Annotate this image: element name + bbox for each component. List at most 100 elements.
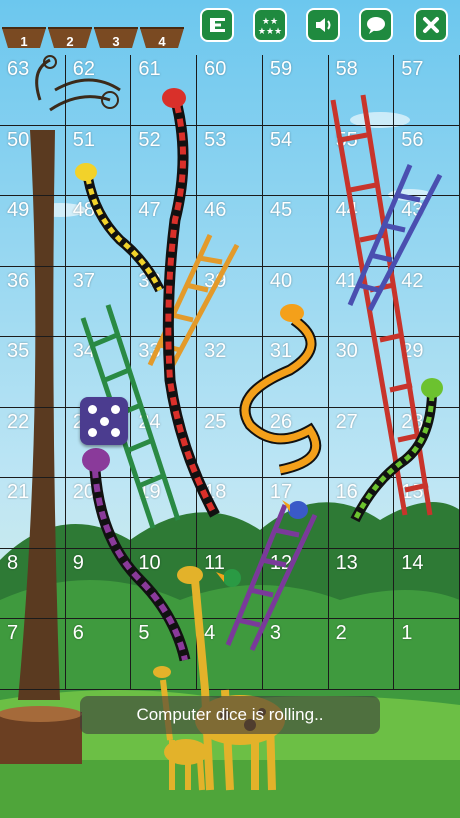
chat-button[interactable] [359, 8, 393, 42]
board-cell: 32 [197, 337, 263, 408]
player-number: 3 [112, 34, 120, 49]
top-bar: 1 2 3 4 ★★ ★★★ [0, 0, 460, 55]
dice-button[interactable] [80, 397, 128, 445]
cell-number: 56 [401, 128, 424, 151]
board-cell: 31 [262, 337, 329, 408]
cell-number: 51 [72, 128, 95, 151]
board-cell: 50 [0, 125, 66, 197]
player-slot-2: 2 [48, 24, 92, 50]
cell-number: 25 [204, 410, 227, 433]
svg-text:★★★: ★★★ [258, 27, 282, 37]
cell-number: 41 [335, 269, 358, 292]
cell-number: 37 [72, 269, 95, 292]
cell-number: 53 [204, 128, 227, 151]
cell-number: 14 [401, 551, 424, 574]
cell-number: 2 [335, 622, 347, 645]
board-cell: 17 [262, 478, 329, 549]
cell-number: 34 [72, 340, 95, 363]
cell-number: 22 [7, 410, 30, 433]
board-cell: 13 [328, 548, 395, 620]
board-cell: 38 [131, 266, 198, 338]
cell-number: 27 [335, 410, 358, 433]
cell-number: 40 [269, 269, 293, 292]
board-cell: 10 [131, 548, 198, 620]
board-cell: 27 [328, 407, 395, 479]
board-cell: 16 [328, 478, 395, 549]
board-cell: 47 [131, 196, 198, 267]
board-cell: 24 [131, 407, 198, 479]
cell-number: 52 [138, 128, 161, 151]
board-cell: 26 [262, 407, 329, 479]
cell-number: 13 [335, 551, 358, 574]
cell-number: 6 [72, 622, 84, 645]
cell-number: 45 [269, 199, 293, 222]
cell-number: 17 [269, 481, 293, 504]
player-number: 1 [20, 34, 28, 49]
board-cell: 45 [262, 196, 329, 267]
cell-number: 28 [401, 410, 424, 433]
cell-number: 36 [7, 269, 30, 292]
game-board: 63 62 61 60 59 58 57 50 51 52 53 54 55 56 49 48 47 46 45 44… [0, 55, 460, 690]
board-cell: 55 [328, 125, 395, 197]
menu-button[interactable] [200, 8, 234, 42]
cell-number: 3 [269, 622, 281, 645]
stars-rating-icon: ★★ ★★★ [258, 17, 282, 37]
board-cell: 46 [197, 196, 263, 267]
cell-number: 57 [401, 58, 424, 80]
cell-number: 39 [204, 269, 227, 292]
player-number: 2 [66, 34, 74, 49]
cell-number: 60 [204, 58, 227, 80]
cell-number: 20 [72, 481, 95, 504]
cell-number: 4 [204, 622, 216, 645]
cell-number: 16 [335, 481, 358, 504]
board-cell: 8 [0, 548, 66, 620]
cell-number: 50 [7, 128, 30, 151]
board-cell: 56 [394, 125, 460, 197]
board-cell: 61 [131, 55, 198, 126]
cell-number: 55 [335, 128, 358, 151]
sound-button[interactable] [306, 8, 340, 42]
board-cell: 30 [328, 337, 395, 408]
cell-number: 15 [401, 481, 424, 504]
cell-number: 19 [138, 481, 161, 504]
close-icon [423, 17, 439, 33]
board-cell: 43 [394, 196, 460, 267]
board-cell: 59 [262, 55, 329, 126]
cell-number: 30 [335, 340, 358, 363]
board-cell: 40 [262, 266, 329, 338]
board-cell: 60 [197, 55, 263, 126]
board-cell: 42 [394, 266, 460, 338]
board-cell: 22 [0, 407, 66, 479]
board-cell: 21 [0, 478, 66, 549]
cell-number: 47 [138, 199, 161, 222]
sound-icon [316, 18, 331, 32]
cell-number: 21 [7, 481, 30, 504]
cell-number: 58 [335, 58, 358, 80]
cell-number: 61 [138, 58, 161, 80]
cell-number: 46 [204, 199, 227, 222]
menu-icon [210, 18, 225, 32]
cell-number: 18 [204, 481, 227, 504]
board-cell: 52 [131, 125, 198, 197]
player-slot-1: 1 [2, 24, 46, 50]
board-cell: 18 [197, 478, 263, 549]
cell-number: 49 [7, 199, 30, 222]
cell-number: 44 [335, 199, 358, 222]
player-slot-3: 3 [94, 24, 138, 50]
board-cell: 48 [65, 196, 132, 267]
board-cell: 9 [65, 548, 132, 620]
board-cell: 15 [394, 478, 460, 549]
board-cell: 58 [328, 55, 395, 126]
board-cell: 33 [131, 337, 198, 408]
cell-number: 29 [401, 340, 424, 363]
player-slot-4: 4 [140, 24, 184, 50]
board-cell: 35 [0, 337, 66, 408]
cell-number: 1 [401, 622, 413, 645]
cell-number: 42 [401, 269, 424, 292]
close-button[interactable] [414, 8, 448, 42]
cell-number: 35 [7, 340, 30, 363]
cell-number: 10 [138, 551, 161, 574]
cell-number: 63 [7, 58, 30, 80]
board-cell: 63 [0, 55, 66, 126]
rate-button[interactable]: ★★ ★★★ [253, 8, 287, 42]
